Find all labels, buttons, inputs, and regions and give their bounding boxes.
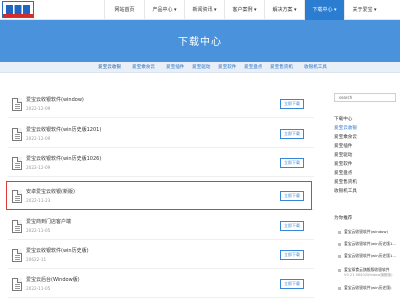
hero-banner: 下载中心 — [0, 20, 400, 62]
recommend-title[interactable]: 爱宝云收银软件(win历史版1... — [344, 241, 396, 247]
list-item: 爱宝云收银软件(win历史版1201) 2022-12-09 立即下载 — [8, 122, 314, 148]
list-item: 爱宝云收银软件(window) 2022-12-09 立即下载 — [8, 92, 314, 118]
list-item: 爱宝商到门店客户端 2022-11-05 立即下载 — [8, 214, 314, 240]
nav-home[interactable]: 网站首页 — [104, 0, 144, 20]
download-title[interactable]: 爱宝商到门店客户端 — [26, 218, 71, 225]
sidebar-item-vending[interactable]: 爱宝售货机 — [334, 179, 357, 185]
download-button[interactable]: 立即下载 — [280, 129, 304, 139]
nav-products[interactable]: 产品中心 ▾ — [144, 0, 184, 20]
download-button[interactable]: 立即下载 — [280, 158, 304, 168]
selection-highlight — [6, 181, 312, 210]
download-date: 2022-12-09 — [26, 165, 51, 170]
recommend-item[interactable]: 爱宝云收银软件(win历史版) — [334, 285, 400, 297]
top-navigation: 网站首页 产品中心 ▾ 新闻资讯 ▾ 客户案例 ▾ 解决方案 ▾ 下载中心 ▾ … — [0, 0, 400, 20]
recommend-item[interactable]: 爱宝云收银软件(window) — [334, 229, 400, 241]
download-button[interactable]: 立即下载 — [280, 99, 304, 109]
page-title: 下载中心 — [178, 37, 222, 48]
recommend-item[interactable]: 爱宝云收银软件(win历史版1... — [334, 253, 400, 265]
download-button[interactable]: 立即下载 — [280, 250, 304, 260]
bullet-icon — [338, 269, 341, 272]
download-date: 20622-11 — [26, 257, 47, 262]
list-item: 爱宝云后台(Window版) 2022-11-05 立即下载 — [8, 272, 314, 298]
recommend-subtitle: V0.21.5640(Window旗舰版) — [344, 273, 393, 277]
tab-plugins[interactable]: 爱宝插件 — [166, 62, 184, 73]
nav-cases[interactable]: 客户案例 ▾ — [224, 0, 264, 20]
bullet-icon — [338, 287, 341, 290]
sidebar: search 下载中心 爱宝云收银 爱宝乘食云 爱宝插件 爱宝驱动 爱宝软件 爱… — [330, 73, 400, 300]
download-title[interactable]: 爱宝云收银软件(win历史版1026) — [26, 155, 101, 162]
tab-drivers[interactable]: 爱宝驱动 — [192, 62, 210, 73]
download-button[interactable]: 立即下载 — [280, 221, 304, 231]
download-title[interactable]: 爱宝云收银软件(win历史版1201) — [26, 126, 101, 133]
sidebar-item-software[interactable]: 爱宝软件 — [334, 161, 352, 167]
file-icon — [12, 128, 22, 141]
download-title[interactable]: 爱宝云收银软件(window) — [26, 96, 84, 103]
tab-cloud-pos[interactable]: 爱宝云收银 — [98, 62, 121, 73]
bullet-icon — [338, 231, 341, 234]
tab-inventory[interactable]: 爱宝盘点 — [244, 62, 262, 73]
file-icon — [12, 98, 22, 111]
category-tabs: 爱宝云收银 爱宝乘食云 爱宝插件 爱宝驱动 爱宝软件 爱宝盘点 爱宝售货机 收银… — [0, 62, 400, 73]
bullet-icon — [338, 255, 341, 258]
file-icon — [12, 249, 22, 262]
recommend-item[interactable]: 爱宝云收银软件(win历史版1... — [334, 241, 400, 253]
nav-about[interactable]: 关于爱宝 ▾ — [344, 0, 384, 20]
sidebar-item-cloud-pos[interactable]: 爱宝云收银 — [334, 125, 357, 131]
nav-news[interactable]: 新闻资讯 ▾ — [184, 0, 224, 20]
search-input[interactable]: search — [334, 93, 396, 102]
list-item: 爱宝云收银软件(win历史版) 20622-11 立即下载 — [8, 243, 314, 269]
file-icon — [12, 157, 22, 170]
recommend-heading: 为你推荐 — [334, 216, 353, 221]
sidebar-item-inventory[interactable]: 爱宝盘点 — [334, 170, 352, 176]
download-button[interactable]: 立即下载 — [280, 279, 304, 289]
download-date: 2022-12-09 — [26, 106, 51, 111]
file-icon — [12, 278, 22, 291]
company-logo[interactable] — [2, 1, 34, 18]
tab-software[interactable]: 爱宝软件 — [218, 62, 236, 73]
download-date: 2022-11-05 — [26, 228, 51, 233]
download-title[interactable]: 爱宝云收银软件(win历史版) — [26, 247, 89, 254]
bullet-icon — [338, 243, 341, 246]
recommend-title[interactable]: 爱宝云收银软件(win历史版1... — [344, 253, 396, 259]
tab-vending[interactable]: 爱宝售货机 — [270, 62, 293, 73]
file-icon — [12, 220, 22, 233]
nav-downloads[interactable]: 下载中心 ▾ — [304, 0, 344, 20]
sidebar-item-plugins[interactable]: 爱宝插件 — [334, 143, 352, 149]
recommend-title[interactable]: 爱宝云收银软件(win历史版) — [344, 285, 392, 291]
download-title[interactable]: 爱宝云后台(Window版) — [26, 276, 80, 283]
sidebar-item-drivers[interactable]: 爱宝驱动 — [334, 152, 352, 158]
download-date: 2022-11-05 — [26, 286, 51, 291]
sidebar-item-catering-cloud[interactable]: 爱宝乘食云 — [334, 134, 357, 140]
download-date: 2022-12-09 — [26, 136, 51, 141]
list-item: 爱宝云收银软件(win历史版1026) 2022-12-09 立即下载 — [8, 151, 314, 177]
tab-catering-cloud[interactable]: 爱宝乘食云 — [132, 62, 155, 73]
main-menu: 网站首页 产品中心 ▾ 新闻资讯 ▾ 客户案例 ▾ 解决方案 ▾ 下载中心 ▾ … — [104, 0, 384, 20]
nav-solutions[interactable]: 解决方案 ▾ — [264, 0, 304, 20]
sidebar-item-pos-tools[interactable]: 收银机工具 — [334, 188, 357, 194]
tab-pos-tools[interactable]: 收银机工具 — [304, 62, 327, 73]
recommend-title[interactable]: 爱宝云收银软件(window) — [344, 229, 388, 235]
sidebar-heading: 下载中心 — [334, 117, 353, 122]
recommend-item[interactable]: 爱宝乘食云旗舰版收银软件 V0.21.5640(Window旗舰版) — [334, 267, 400, 283]
